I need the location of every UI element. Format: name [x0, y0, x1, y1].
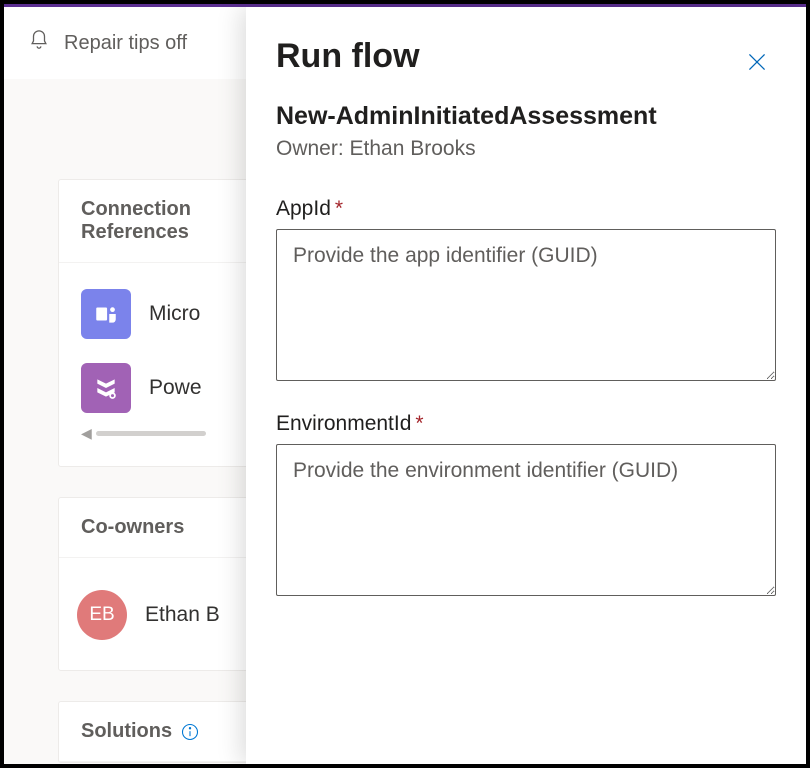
- owner-label: Owner: Ethan Brooks: [276, 137, 776, 161]
- flow-name: New-AdminInitiatedAssessment: [276, 102, 776, 131]
- connection-label: Powe: [149, 376, 202, 400]
- co-owners-card: Co-owners EB Ethan B: [58, 497, 278, 671]
- co-owners-title: Co-owners: [59, 498, 277, 558]
- teams-icon: [81, 289, 131, 339]
- repair-tips-label: Repair tips off: [64, 32, 187, 55]
- connection-item-teams[interactable]: Micro: [59, 277, 277, 351]
- environmentid-input[interactable]: [276, 444, 776, 596]
- chevron-left-icon: ◀: [81, 425, 92, 442]
- owner-name: Ethan B: [145, 603, 220, 627]
- run-flow-panel: Run flow New-AdminInitiatedAssessment Ow…: [246, 7, 806, 764]
- appid-input[interactable]: [276, 229, 776, 381]
- power-icon: [81, 363, 131, 413]
- connection-references-title: Connection References: [59, 180, 277, 263]
- panel-title: Run flow: [276, 37, 420, 76]
- environmentid-label: EnvironmentId*: [276, 412, 776, 436]
- horizontal-scrollbar[interactable]: ◀: [59, 425, 277, 454]
- connection-label: Micro: [149, 302, 200, 326]
- close-icon: [744, 49, 770, 75]
- bell-icon: [28, 29, 50, 57]
- connection-item-power[interactable]: Powe: [59, 351, 277, 425]
- info-icon[interactable]: [180, 722, 200, 742]
- solutions-title: Solutions: [81, 720, 172, 743]
- connection-references-card: Connection References Micro Powe: [58, 179, 278, 467]
- close-button[interactable]: [738, 43, 776, 84]
- appid-label: AppId*: [276, 197, 776, 221]
- scrollbar-track: [96, 431, 206, 436]
- solutions-card: Solutions: [58, 701, 278, 763]
- avatar: EB: [77, 590, 127, 640]
- owner-item[interactable]: EB Ethan B: [59, 572, 277, 658]
